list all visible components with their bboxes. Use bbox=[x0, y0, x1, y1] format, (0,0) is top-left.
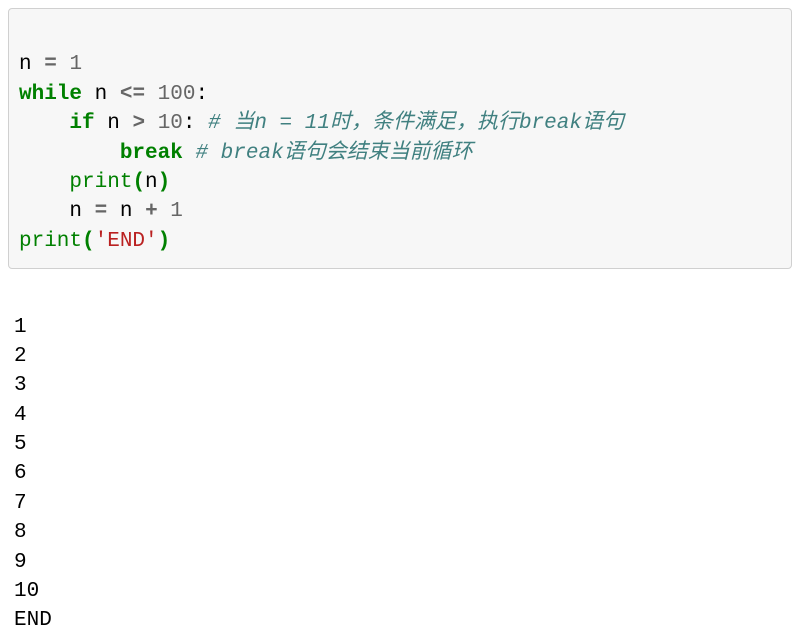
output-line: 3 bbox=[14, 374, 27, 397]
code-line-1: n = 1 bbox=[19, 53, 82, 76]
code-line-6: n = n + 1 bbox=[19, 200, 183, 223]
output-line: 2 bbox=[14, 345, 27, 368]
code-block: n = 1 while n <= 100: if n > 10: # 当n = … bbox=[8, 8, 792, 269]
output-line: 5 bbox=[14, 433, 27, 456]
output-line: 7 bbox=[14, 492, 27, 515]
output-block: 1 2 3 4 5 6 7 8 9 10 END bbox=[8, 279, 792, 640]
output-line: 8 bbox=[14, 521, 27, 544]
code-line-4: break # break语句会结束当前循环 bbox=[19, 142, 473, 165]
output-line: 6 bbox=[14, 462, 27, 485]
code-line-5: print(n) bbox=[19, 171, 170, 194]
code-line-2: while n <= 100: bbox=[19, 83, 208, 106]
code-line-3: if n > 10: # 当n = 11时，条件满足，执行break语句 bbox=[19, 112, 624, 135]
output-line: END bbox=[14, 609, 52, 632]
output-line: 4 bbox=[14, 404, 27, 427]
output-line: 9 bbox=[14, 551, 27, 574]
output-line: 1 bbox=[14, 316, 27, 339]
code-line-7: print('END') bbox=[19, 230, 170, 253]
